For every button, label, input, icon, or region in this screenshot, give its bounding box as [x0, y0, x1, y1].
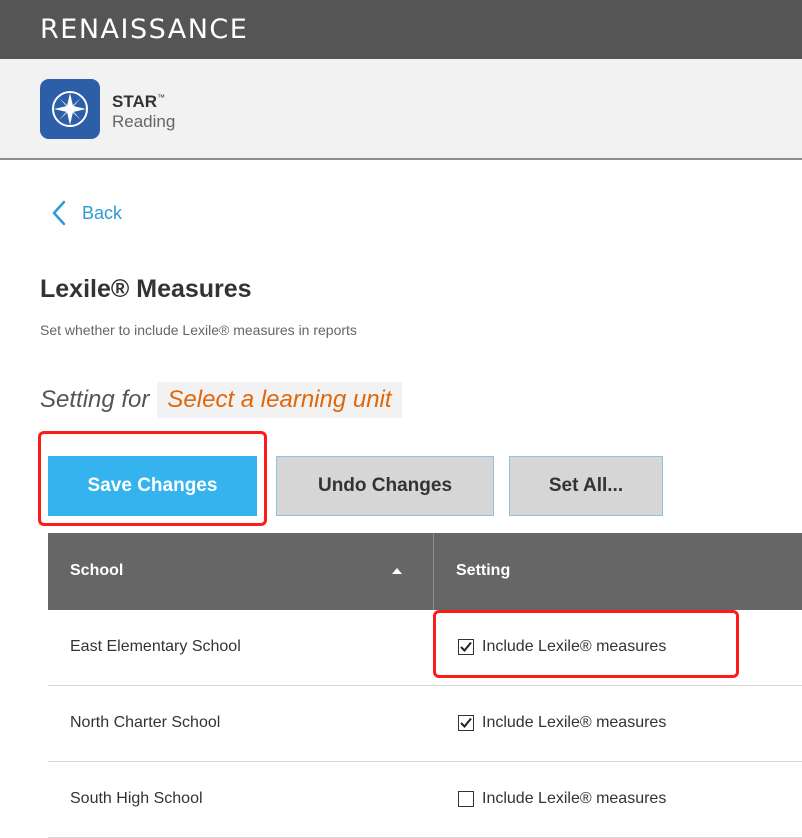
table-header: School Setting	[48, 533, 802, 610]
highlight-box-save	[38, 431, 267, 526]
brand-logo: RENAISSANCE	[40, 14, 249, 45]
page-title: Lexile® Measures	[40, 275, 252, 303]
back-link[interactable]: Back	[52, 200, 122, 226]
app-title: STAR™	[112, 92, 166, 111]
learning-unit-selector[interactable]: Select a learning unit	[157, 382, 402, 418]
app-name: STAR™ Reading	[112, 89, 175, 133]
checkbox-label: Include Lexile® measures	[482, 714, 667, 731]
checkbox-empty-icon[interactable]	[458, 791, 474, 807]
app-bar: STAR™ Reading	[0, 59, 802, 160]
top-bar: RENAISSANCE	[0, 0, 802, 59]
table-row: South High School Include Lexile® measur…	[48, 762, 802, 838]
page-description: Set whether to include Lexile® measures …	[40, 322, 357, 338]
chevron-left-icon	[52, 200, 66, 226]
highlight-box-checkbox	[433, 610, 739, 678]
column-header-school[interactable]: School	[70, 562, 123, 580]
sort-up-icon[interactable]	[391, 567, 403, 575]
back-label: Back	[82, 202, 123, 223]
compass-icon	[40, 79, 100, 139]
column-header-setting: Setting	[456, 562, 511, 579]
table-row: North Charter School Include Lexile® mea…	[48, 686, 802, 762]
include-lexile-checkbox[interactable]: Include Lexile® measures	[458, 790, 666, 808]
checkbox-label: Include Lexile® measures	[482, 790, 667, 807]
school-name: South High School	[70, 790, 203, 807]
set-all-button[interactable]: Set All...	[509, 456, 663, 516]
column-divider	[433, 533, 434, 610]
app-subtitle: Reading	[112, 112, 176, 131]
school-name: North Charter School	[70, 714, 221, 731]
setting-for: Setting for Select a learning unit	[40, 378, 402, 422]
include-lexile-checkbox[interactable]: Include Lexile® measures	[458, 714, 666, 732]
school-name: East Elementary School	[70, 638, 241, 655]
undo-changes-button[interactable]: Undo Changes	[276, 456, 494, 516]
checkbox-checked-icon[interactable]	[458, 715, 474, 731]
setting-for-label: Setting for	[40, 386, 150, 413]
